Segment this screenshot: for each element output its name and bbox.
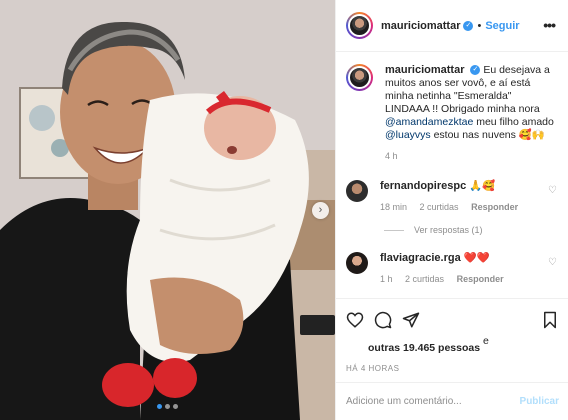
red-sock (153, 358, 197, 398)
comment-username[interactable]: fernandopirespc (380, 180, 466, 192)
comment-meta: 18 min 2 curtidas Responder (380, 201, 550, 214)
post-header: mauriciomattar ✓ • Seguir ••• (336, 0, 568, 52)
comment-text: fernandopirespc 🙏🥰 18 min 2 curtidas Res… (380, 180, 550, 214)
caption-time[interactable]: 4 h (385, 151, 398, 161)
caption-avatar[interactable] (346, 64, 373, 91)
commenter-avatar[interactable] (346, 180, 368, 202)
bookmark-icon[interactable] (542, 311, 558, 329)
comment-text: flaviagracie.rga ❤️❤️ 1 h 2 curtidas Res… (380, 252, 550, 286)
photo-illustration (0, 0, 335, 420)
reply-button[interactable]: Responder (457, 274, 504, 284)
likes-summary[interactable]: e outras 19.465 pessoas (346, 335, 489, 354)
caption-username[interactable]: mauriciomattar (385, 64, 464, 76)
comment-item: flaviagracie.rga ❤️❤️ 1 h 2 curtidas Res… (346, 252, 559, 286)
carousel-next-button[interactable]: › (312, 202, 329, 219)
carousel-dots (0, 404, 335, 409)
comment-body: ❤️❤️ (463, 252, 490, 264)
publish-button[interactable]: Publicar (520, 396, 559, 407)
caption-meta: 4 h (385, 150, 555, 163)
phone-shape (300, 315, 335, 335)
caption-body: estou nas nuvens 🥰🙌 (430, 129, 545, 141)
comment-heart-icon[interactable]: ♡ (548, 185, 557, 196)
comment-icon[interactable] (374, 311, 392, 329)
likes-count[interactable]: outras 19.465 pessoas (368, 342, 480, 354)
action-bar (336, 298, 568, 342)
carousel-dot (173, 404, 178, 409)
red-sock (102, 363, 154, 407)
likes-prefix: e (483, 335, 489, 347)
comment-time[interactable]: 18 min (380, 202, 407, 212)
caption-text: mauriciomattar ✓ Eu desejava a muitos an… (385, 64, 555, 163)
share-icon[interactable] (402, 311, 420, 329)
verified-badge-icon: ✓ (470, 65, 481, 76)
comment-heart-icon[interactable]: ♡ (548, 257, 557, 268)
mention-link[interactable]: @amandamezktae (385, 116, 473, 128)
author-avatar[interactable] (346, 12, 373, 39)
view-replies-label: Ver respostas (1) (414, 225, 483, 235)
comment-time[interactable]: 1 h (380, 274, 393, 284)
comment-meta: 1 h 2 curtidas Responder (380, 273, 550, 286)
mention-link[interactable]: @luayvys (385, 129, 431, 141)
comment-item: fernandopirespc 🙏🥰 18 min 2 curtidas Res… (346, 180, 559, 214)
view-replies-button[interactable]: Ver respostas (1) (384, 225, 483, 235)
likes-text: outras 19.465 pessoas (368, 342, 480, 354)
header-separator: • (477, 19, 482, 32)
replies-line (384, 229, 404, 231)
add-comment-bar: Publicar (336, 382, 568, 420)
more-options-icon[interactable]: ••• (543, 17, 556, 33)
comment-input[interactable] (346, 396, 506, 407)
post-timestamp[interactable]: HÁ 4 HORAS (346, 364, 399, 373)
comment-body: 🙏🥰 (469, 180, 496, 192)
comments-list[interactable]: mauriciomattar ✓ Eu desejava a muitos an… (336, 52, 568, 298)
commenter-avatar[interactable] (346, 252, 368, 274)
verified-badge-icon: ✓ (463, 20, 474, 31)
caption: mauriciomattar ✓ Eu desejava a muitos an… (346, 64, 559, 163)
comment-likes[interactable]: 2 curtidas (420, 202, 459, 212)
carousel-dot (165, 404, 170, 409)
carousel-dot (157, 404, 162, 409)
reply-button[interactable]: Responder (471, 202, 518, 212)
comment-likes[interactable]: 2 curtidas (405, 274, 444, 284)
follow-button[interactable]: Seguir (485, 20, 519, 32)
author-username[interactable]: mauriciomattar (381, 20, 460, 32)
heart-icon[interactable] (346, 311, 364, 329)
post-photo[interactable]: › (0, 0, 335, 420)
comment-username[interactable]: flaviagracie.rga (380, 252, 461, 264)
post-sidebar: mauriciomattar ✓ • Seguir ••• mauricioma… (335, 0, 568, 420)
caption-body: meu filho amado (473, 116, 554, 128)
